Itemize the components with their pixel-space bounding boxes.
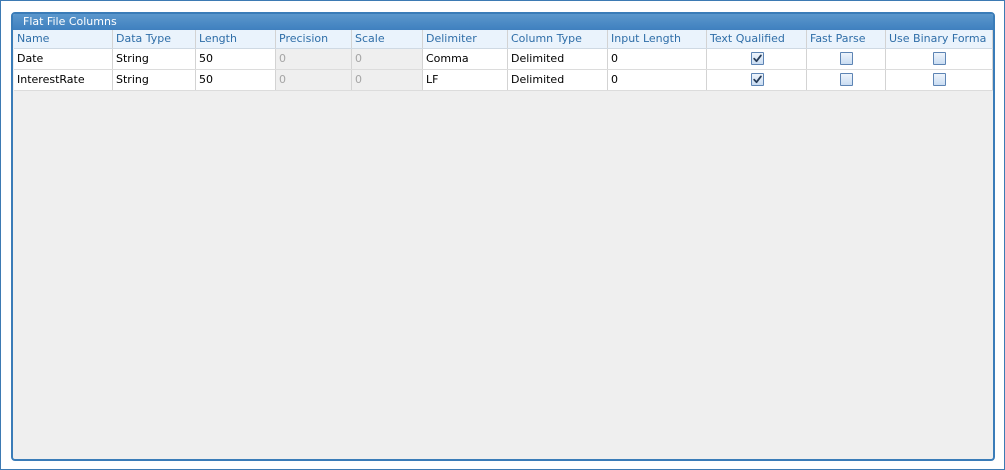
checkmark-icon <box>752 75 762 84</box>
cell-column-type[interactable]: Delimited <box>508 70 608 90</box>
cell-scale: 0 <box>352 70 423 90</box>
column-header-column-type[interactable]: Column Type <box>508 30 608 48</box>
text-qualified-checkbox[interactable] <box>750 73 764 86</box>
table-row[interactable]: InterestRate String 50 0 0 LF Delimited … <box>14 70 993 91</box>
cell-name[interactable]: Date <box>14 49 113 69</box>
cell-fast-parse <box>807 70 886 90</box>
column-header-scale[interactable]: Scale <box>352 30 423 48</box>
checkmark-icon <box>752 54 762 63</box>
column-header-fast-parse[interactable]: Fast Parse <box>807 30 886 48</box>
cell-use-binary-format <box>886 70 993 90</box>
cell-text-qualified <box>707 49 807 69</box>
panel-title: Flat File Columns <box>13 14 993 30</box>
column-header-input-length[interactable]: Input Length <box>608 30 707 48</box>
cell-data-type[interactable]: String <box>113 70 196 90</box>
cell-length[interactable]: 50 <box>196 70 276 90</box>
column-header-use-binary-format[interactable]: Use Binary Forma <box>886 30 993 48</box>
column-header-length[interactable]: Length <box>196 30 276 48</box>
cell-fast-parse <box>807 49 886 69</box>
column-header-text-qualified[interactable]: Text Qualified <box>707 30 807 48</box>
fast-parse-checkbox[interactable] <box>840 73 853 86</box>
cell-use-binary-format <box>886 49 993 69</box>
fast-parse-checkbox[interactable] <box>840 52 853 65</box>
cell-delimiter[interactable]: Comma <box>423 49 508 69</box>
text-qualified-checkbox[interactable] <box>750 52 764 65</box>
cell-name[interactable]: InterestRate <box>14 70 113 90</box>
cell-precision: 0 <box>276 70 352 90</box>
use-binary-format-checkbox[interactable] <box>933 52 946 65</box>
columns-grid: Name Data Type Length Precision Scale De… <box>14 30 993 91</box>
cell-precision: 0 <box>276 49 352 69</box>
table-row[interactable]: Date String 50 0 0 Comma Delimited 0 <box>14 49 993 70</box>
cell-scale: 0 <box>352 49 423 69</box>
cell-column-type[interactable]: Delimited <box>508 49 608 69</box>
column-header-data-type[interactable]: Data Type <box>113 30 196 48</box>
cell-delimiter[interactable]: LF <box>423 70 508 90</box>
column-header-precision[interactable]: Precision <box>276 30 352 48</box>
cell-text-qualified <box>707 70 807 90</box>
column-header-name[interactable]: Name <box>14 30 113 48</box>
window-frame: Flat File Columns Name Data Type Length … <box>0 0 1005 470</box>
grid-header-row: Name Data Type Length Precision Scale De… <box>14 30 993 49</box>
cell-input-length[interactable]: 0 <box>608 49 707 69</box>
flat-file-columns-panel: Flat File Columns Name Data Type Length … <box>11 12 995 461</box>
cell-length[interactable]: 50 <box>196 49 276 69</box>
cell-input-length[interactable]: 0 <box>608 70 707 90</box>
cell-data-type[interactable]: String <box>113 49 196 69</box>
use-binary-format-checkbox[interactable] <box>933 73 946 86</box>
column-header-delimiter[interactable]: Delimiter <box>423 30 508 48</box>
